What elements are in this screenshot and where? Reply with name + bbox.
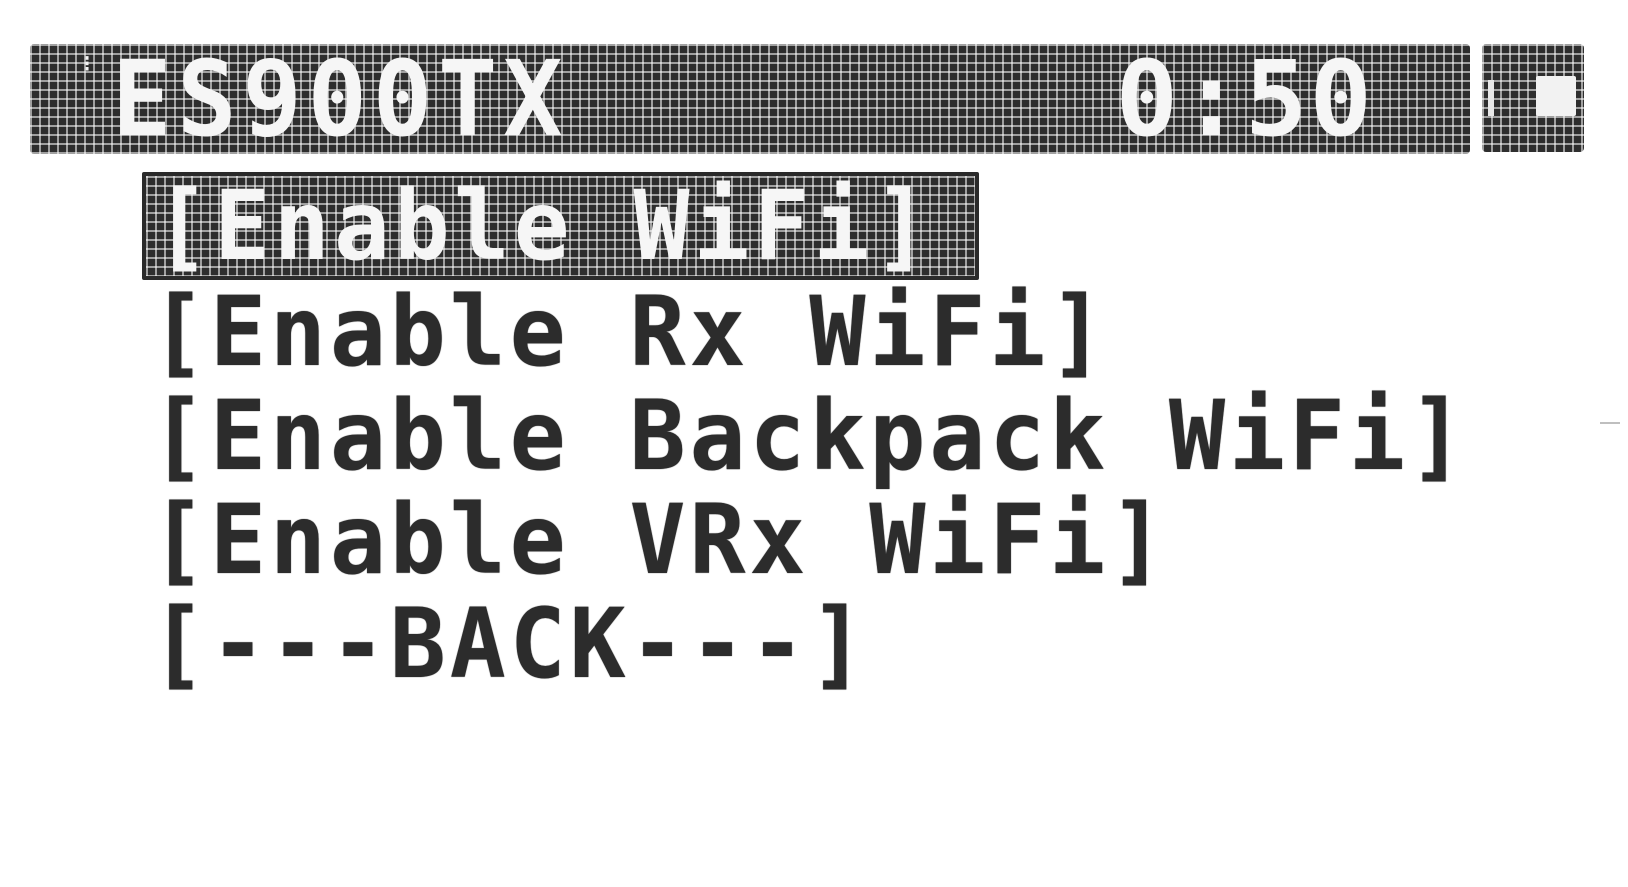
lcd-screen: ⁝ ES900TX 0:50 [Enable WiFi] [Enable Rx … bbox=[0, 0, 1628, 887]
device-title: ES900TX bbox=[112, 38, 569, 160]
wifi-menu: [Enable WiFi] [Enable Rx WiFi] [Enable B… bbox=[142, 172, 1580, 696]
battery-terminal bbox=[1488, 80, 1494, 116]
menu-item-enable-vrx-wifi[interactable]: [Enable VRx WiFi] bbox=[150, 488, 1580, 592]
menu-item-enable-wifi[interactable]: [Enable WiFi] bbox=[142, 170, 980, 282]
menu-item-label: [Enable VRx WiFi] bbox=[150, 484, 1170, 596]
menu-cursor-icon: ⁝ bbox=[83, 52, 91, 77]
menu-item-label: [Enable WiFi] bbox=[154, 170, 934, 282]
menu-item-label: [Enable Rx WiFi] bbox=[150, 276, 1110, 388]
battery-icon bbox=[1482, 44, 1584, 152]
status-bar: ⁝ ES900TX 0:50 bbox=[30, 44, 1470, 154]
menu-item-enable-backpack-wifi[interactable]: [Enable Backpack WiFi] bbox=[150, 384, 1580, 488]
menu-item-enable-rx-wifi[interactable]: [Enable Rx WiFi] bbox=[150, 280, 1580, 384]
menu-item-label: [Enable Backpack WiFi] bbox=[150, 380, 1469, 492]
time-display: 0:50 bbox=[1115, 38, 1374, 160]
menu-item-back[interactable]: [---BACK---] bbox=[150, 592, 1580, 696]
battery-level-fill bbox=[1536, 76, 1576, 116]
menu-item-label: [---BACK---] bbox=[150, 588, 870, 700]
screen-edge-mark bbox=[1600, 422, 1620, 424]
